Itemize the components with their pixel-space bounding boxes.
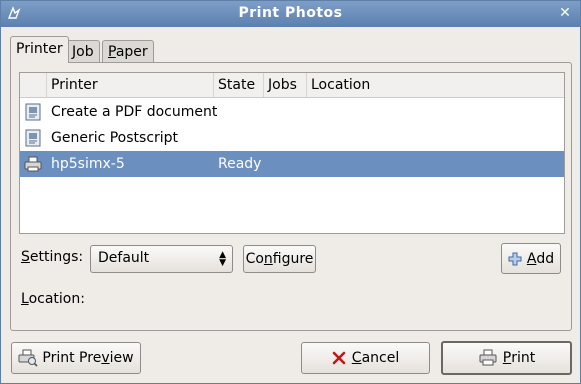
document-printer-icon	[25, 129, 41, 147]
location-label-text: ocation:	[28, 291, 85, 307]
print-preview-button[interactable]: Print Pre v iew	[11, 342, 141, 374]
add-mnemonic: A	[526, 250, 537, 267]
settings-combo[interactable]: Default ▲ ▼	[90, 245, 233, 273]
print-label: rint	[511, 350, 536, 366]
print-dialog: Print Photos ✕ Printer Job Paper Printer…	[0, 0, 581, 384]
printer-state: Ready	[218, 156, 262, 172]
printer-name: Create a PDF document	[51, 104, 218, 120]
preview-mnemonic: v	[101, 350, 110, 366]
location-label-mnemonic: L	[21, 291, 29, 307]
settings-label-mnemonic: S	[21, 249, 30, 265]
tab-job-label: ob	[76, 44, 94, 60]
list-header: Printer State Jobs Location	[20, 73, 564, 98]
configure-label-pre: Co	[245, 251, 264, 267]
tab-paper[interactable]: Paper	[102, 40, 154, 62]
document-printer-icon	[25, 103, 41, 121]
settings-label: Settings:	[21, 249, 83, 265]
print-mnemonic: P	[502, 350, 512, 366]
printer-name: hp5simx-5	[51, 156, 125, 172]
plus-icon	[508, 252, 522, 265]
column-printer[interactable]: Printer	[46, 73, 213, 97]
cancel-button[interactable]: Cancel	[301, 342, 430, 374]
printer-row[interactable]: Generic Postscript	[20, 125, 564, 151]
printer-row[interactable]: Create a PDF document	[20, 99, 564, 125]
printer-icon	[24, 156, 42, 172]
cancel-x-icon	[332, 351, 346, 365]
print-preview-icon	[18, 349, 38, 367]
tab-printer-label: Printer	[16, 41, 63, 57]
column-jobs[interactable]: Jobs	[263, 73, 306, 97]
add-label: dd	[536, 250, 555, 267]
add-button[interactable]: Add	[501, 243, 561, 274]
settings-label-text: ettings:	[29, 249, 84, 265]
printer-name: Generic Postscript	[51, 130, 179, 146]
cancel-mnemonic: C	[351, 350, 362, 366]
location-label: Location:	[21, 291, 85, 307]
column-state[interactable]: State	[213, 73, 263, 97]
tab-paper-mnemonic: P	[108, 44, 116, 60]
column-location[interactable]: Location	[306, 73, 564, 97]
preview-label-pre: Print Pre	[42, 350, 102, 366]
tab-paper-label: aper	[115, 44, 148, 60]
printer-list[interactable]: Printer State Jobs Location Create a PDF…	[19, 72, 565, 234]
cancel-label: ancel	[361, 350, 400, 366]
configure-button[interactable]: Co n figure	[243, 245, 316, 273]
settings-value: Default	[98, 250, 150, 266]
window-title: Print Photos	[238, 5, 343, 21]
preview-label-post: iew	[109, 350, 134, 366]
close-button[interactable]: ✕	[556, 4, 574, 22]
printer-row-selected[interactable]: hp5simx-5 Ready	[20, 151, 564, 177]
configure-label-post: figure	[272, 251, 314, 267]
print-button[interactable]: Print	[441, 341, 572, 375]
printer-tab-panel: Printer State Jobs Location Create a PDF…	[10, 62, 572, 331]
combo-arrows-icon: ▲ ▼	[219, 250, 226, 268]
title-bar[interactable]: Print Photos ✕	[1, 1, 580, 27]
printer-icon	[479, 349, 497, 366]
tab-job[interactable]: Job	[66, 40, 100, 62]
column-icon[interactable]	[20, 73, 46, 97]
tab-printer[interactable]: Printer	[10, 36, 69, 63]
configure-mnemonic: n	[263, 251, 273, 267]
